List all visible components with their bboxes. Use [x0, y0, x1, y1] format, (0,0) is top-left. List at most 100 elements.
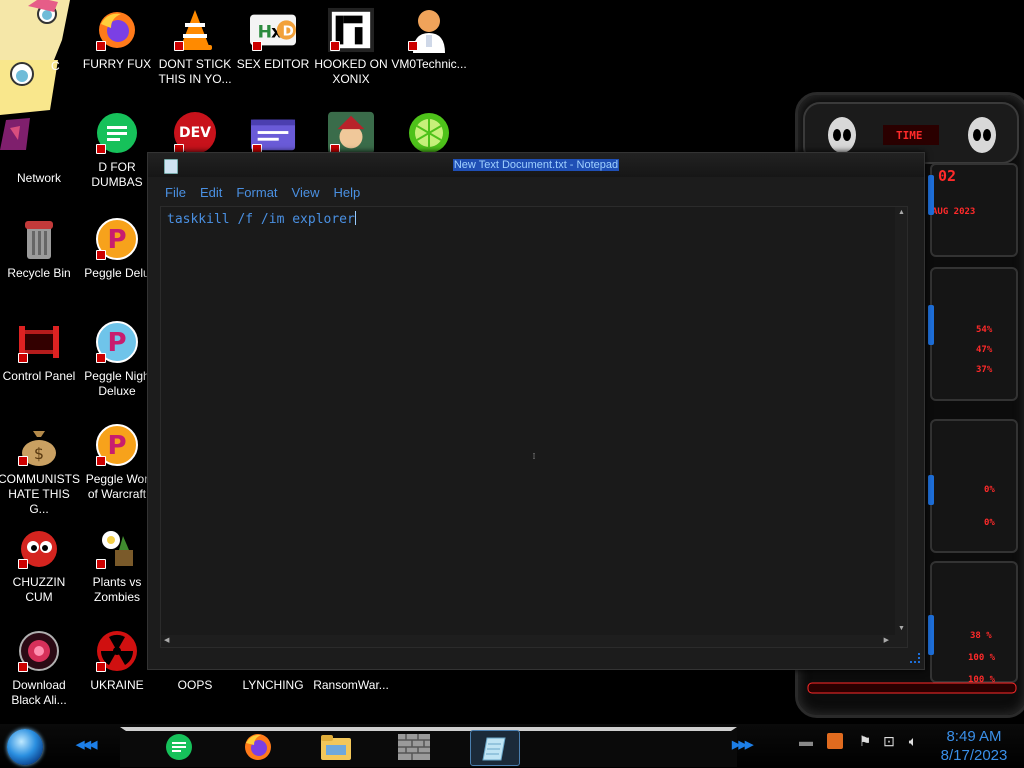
- gadget-cpu-value: 54%: [976, 325, 993, 335]
- peggle-nights-icon: P: [94, 319, 140, 365]
- peggle-warcraft-icon: P: [94, 422, 140, 468]
- desktop-icon-label: COMMUNISTS HATE THIS G...: [0, 471, 80, 516]
- plants-vs-zombies-icon: [94, 525, 140, 571]
- tray-show-hidden-icon[interactable]: ▬: [796, 733, 816, 759]
- desktop-icon-label: Peggle Wor of Warcraft: [85, 472, 149, 501]
- chuzzle-icon: [16, 525, 62, 571]
- svg-text:P: P: [107, 225, 126, 255]
- gadget-accent: [928, 305, 934, 345]
- vertical-scrollbar[interactable]: ▲ ▼: [895, 207, 907, 647]
- notepad-text-area[interactable]: taskkill /f /im explorer ▲ ▼ ◀ ▶: [160, 206, 908, 648]
- network-status-icon[interactable]: ⊡: [880, 733, 898, 759]
- gadget-cpu-value: 47%: [976, 345, 993, 355]
- notepad-window[interactable]: New Text Document.txt - Notepad File Edi…: [147, 152, 925, 670]
- menu-view[interactable]: View: [285, 183, 327, 203]
- menu-file[interactable]: File: [158, 183, 193, 203]
- horizontal-scrollbar[interactable]: ◀ ▶: [161, 635, 907, 647]
- xonix-icon: [328, 7, 374, 53]
- scroll-up-icon[interactable]: ▲: [898, 209, 905, 217]
- notepad-menu-bar: File Edit Format View Help: [158, 183, 367, 203]
- taskbar-notepad[interactable]: [470, 730, 520, 766]
- desktop-icon-recycle-bin[interactable]: Recycle Bin: [1, 210, 77, 310]
- control-panel-icon: [16, 319, 62, 365]
- card-window-icon: [250, 110, 296, 156]
- desktop-icon-label: OOPS: [177, 678, 213, 692]
- desktop-icon-control-panel[interactable]: Control Panel: [1, 313, 77, 413]
- svg-text:D: D: [283, 25, 294, 40]
- resize-grip-icon[interactable]: [910, 653, 920, 663]
- flag-icon[interactable]: ⚑: [856, 733, 874, 759]
- menu-help[interactable]: Help: [326, 183, 367, 203]
- gadget-accent: [928, 175, 934, 215]
- clock-time: 8:49 AM: [946, 728, 1002, 745]
- desktop-icon-label: Plants vs Zombies: [92, 575, 142, 604]
- desktop-icon-communists[interactable]: $ COMMUNISTS HATE THIS G...: [0, 416, 80, 516]
- gadget-date: AUG 2023: [932, 207, 976, 217]
- desktop-icon-label: HOOKED ON XONIX: [314, 57, 388, 86]
- desktop-icon-furry-fux[interactable]: FURRY FUX: [79, 1, 155, 101]
- gadget-accent: [928, 615, 934, 655]
- svg-text:$: $: [34, 444, 44, 463]
- desktop-icon-peggle-nights[interactable]: P Peggle Nigh Deluxe: [79, 313, 155, 413]
- svg-text:P: P: [107, 328, 126, 358]
- desktop-icon-label: RansomWar...: [313, 678, 389, 692]
- desktop-icon-chuzzin[interactable]: CHUZZIN CUM: [1, 519, 77, 619]
- brick-wall-icon: [398, 734, 430, 760]
- desktop-icon-peggle-warcraft[interactable]: P Peggle Wor of Warcraft: [79, 416, 155, 516]
- scroll-left-icon[interactable]: ◀: [164, 637, 169, 645]
- gadget-accent: [928, 475, 934, 505]
- desktop-icon-hooked-on-xonix[interactable]: HOOKED ON XONIX: [313, 1, 389, 101]
- taskbar-firefox[interactable]: [240, 730, 276, 764]
- desktop-icon-sex-editor[interactable]: HxD SEX EDITOR: [235, 1, 311, 101]
- alien-orb-icon: [16, 628, 62, 674]
- recycle-bin-icon: [16, 216, 62, 262]
- desktop-icon-peggle-deluxe[interactable]: P Peggle Delu: [79, 210, 155, 310]
- desktop-icon-label: VM0Technic...: [391, 57, 467, 71]
- notepad-window-title: New Text Document.txt - Notepad: [452, 159, 620, 171]
- desktop-icon-dont-stick[interactable]: DONT STICK THIS IN YO...: [157, 1, 233, 101]
- svg-text:DEV: DEV: [179, 125, 211, 141]
- svg-text:P: P: [107, 431, 126, 461]
- green-chat-icon: [94, 110, 140, 156]
- taskbar-clock[interactable]: 8:49 AM 8/17/2023: [930, 727, 1018, 765]
- text-caret: [354, 211, 356, 225]
- firefox-icon: [94, 7, 140, 53]
- gadget-cpu-panel: [930, 267, 1018, 401]
- desktop-icon-label: CHUZZIN CUM: [12, 575, 66, 604]
- scroll-down-icon[interactable]: ▼: [898, 625, 905, 633]
- green-chat-icon: [166, 734, 192, 760]
- scroll-right-icon[interactable]: ▶: [884, 637, 889, 645]
- taskbar-firewall-app[interactable]: [396, 730, 432, 764]
- gadget-network-value: 0%: [984, 518, 995, 528]
- vlc-cone-icon: [172, 7, 218, 53]
- svg-text:H: H: [258, 23, 272, 43]
- desktop-icon-download-black-alien[interactable]: Download Black Ali...: [1, 622, 77, 722]
- gadget-network-panel: [930, 419, 1018, 553]
- notepad-title-bar[interactable]: New Text Document.txt - Notepad: [148, 153, 924, 177]
- gadget-network-value: 0%: [984, 485, 995, 495]
- taskbar-file-explorer[interactable]: [318, 730, 354, 764]
- gadget-drive-value: 100 %: [968, 653, 996, 663]
- volume-icon[interactable]: 🔈︎: [904, 733, 922, 759]
- desktop-icon-ukraine[interactable]: UKRAINE: [79, 622, 155, 722]
- gadget-cpu-value: 37%: [976, 365, 993, 375]
- hxd-hex-editor-icon: HxD: [250, 7, 296, 53]
- desktop-icon-label: Recycle Bin: [7, 266, 71, 280]
- desktop-icon-d-for-dumbas[interactable]: D FOR DUMBAS: [79, 104, 155, 204]
- dev-cpp-icon: DEV: [172, 110, 218, 156]
- menu-edit[interactable]: Edit: [193, 183, 229, 203]
- desktop-icon-vm0technic[interactable]: VM0Technic...: [391, 1, 467, 101]
- clock-date: 8/17/2023: [940, 747, 1008, 764]
- taskbar-green-chat-app[interactable]: [161, 730, 197, 764]
- notepad-content: taskkill /f /im explorer: [167, 212, 355, 227]
- desktop-icon-network[interactable]: Network: [1, 115, 77, 215]
- gadget-day: 02: [938, 167, 957, 185]
- notepad-icon: [482, 737, 506, 761]
- start-button[interactable]: [7, 729, 43, 765]
- desktop-icon-label: Download Black Ali...: [11, 678, 67, 707]
- tray-app-icon[interactable]: [826, 733, 844, 759]
- desktop-icon-label: FURRY FUX: [82, 57, 152, 71]
- desktop-icon-plants-vs-zombies[interactable]: Plants vs Zombies: [79, 519, 155, 619]
- desktop-icon-partial-label: C: [51, 59, 60, 73]
- menu-format[interactable]: Format: [229, 183, 284, 203]
